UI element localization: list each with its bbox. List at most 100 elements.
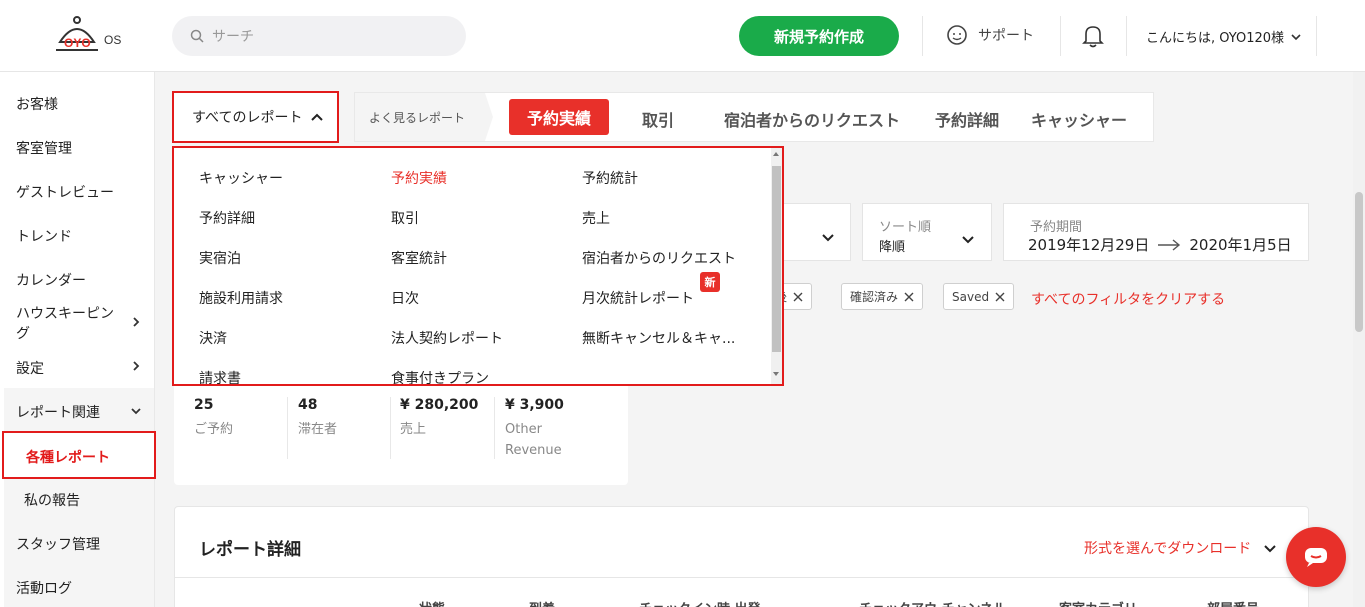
divider <box>287 397 288 459</box>
dropdown-item-transactions[interactable]: 取引 <box>391 208 419 228</box>
tab-guest-requests[interactable]: 宿泊者からのリクエスト <box>724 107 900 131</box>
sidebar-item-activity-log[interactable]: 活動ログ <box>16 578 72 598</box>
scroll-down-arrow[interactable] <box>773 372 779 376</box>
all-reports-toggle[interactable]: すべてのレポート <box>172 91 339 143</box>
dropdown-item-daily[interactable]: 日次 <box>391 288 419 308</box>
dropdown-item-room-stats[interactable]: 客室統計 <box>391 248 447 268</box>
table-header: 状態 到着 チェックイン時 出発 チェックアウ チャンネル 客室カテゴリ 部屋番… <box>175 577 1310 607</box>
chevron-down-icon <box>822 234 834 242</box>
column-header[interactable]: 状態 <box>419 598 445 607</box>
search-input[interactable]: サーチ <box>172 16 466 56</box>
stat-caption: 滞在者 <box>298 422 338 437</box>
dropdown-item-sales[interactable]: 売上 <box>582 208 610 228</box>
tab-transactions[interactable]: 取引 <box>642 107 674 131</box>
dropdown-item-booking-stats[interactable]: 予約統計 <box>582 168 638 188</box>
new-booking-button[interactable]: 新規予約作成 <box>739 16 899 56</box>
support-icon <box>947 25 967 45</box>
sidebar-item-reports[interactable]: レポート関連 <box>16 402 100 422</box>
stat-other-revenue: ¥ 3,900 Other Revenue <box>505 397 595 461</box>
user-menu[interactable]: こんにちは, OYO120様 <box>1146 27 1302 46</box>
column-header[interactable]: 客室カテゴリ <box>1059 598 1137 607</box>
dropdown-item-cashier[interactable]: キャッシャー <box>199 168 283 188</box>
filter-chip[interactable]: 確認済み <box>841 283 924 310</box>
all-reports-dropdown: キャッシャー 予約実績 予約統計 予約詳細 取引 売上 実宿泊 客室統計 宿泊者… <box>172 146 784 386</box>
sidebar-item-label: 各種レポート <box>26 450 110 466</box>
close-icon[interactable] <box>904 292 914 302</box>
dropdown-item-no-show[interactable]: 無断キャンセル＆キャ... <box>582 328 735 348</box>
chevron-right-icon <box>133 317 140 327</box>
sidebar-item-all-reports[interactable]: 各種レポート <box>2 431 156 479</box>
chat-button[interactable] <box>1286 527 1346 587</box>
scrollbar-thumb[interactable] <box>1355 192 1363 332</box>
chip-label: 確認済み <box>850 290 899 304</box>
download-label: 形式を選んでダウンロード <box>1084 541 1252 557</box>
chip-label: Saved <box>952 289 990 304</box>
dropdown-item-payments[interactable]: 決済 <box>199 328 227 348</box>
sidebar-item-customers[interactable]: お客様 <box>16 94 58 114</box>
stat-value: ¥ 280,200 <box>400 397 479 413</box>
dropdown-item-actual-stays[interactable]: 実宿泊 <box>199 248 241 268</box>
divider <box>390 397 391 459</box>
sidebar-item-rooms[interactable]: 客室管理 <box>16 138 72 158</box>
close-icon[interactable] <box>995 292 1005 302</box>
stat-caption: Other Revenue <box>505 422 562 458</box>
download-format-select[interactable]: 形式を選んでダウンロード <box>1084 538 1277 558</box>
tab-booking-details[interactable]: 予約詳細 <box>935 107 999 131</box>
chevron-down-icon <box>962 236 974 244</box>
oyo-logo[interactable]: OYO OS <box>52 14 132 60</box>
column-header[interactable]: 到着 <box>529 598 555 607</box>
stat-caption: 売上 <box>400 422 427 437</box>
chevron-down-icon <box>1264 545 1277 553</box>
sidebar-item-my-reports[interactable]: 私の報告 <box>24 490 80 510</box>
tab-cashier[interactable]: キャッシャー <box>1031 107 1127 131</box>
sidebar-item-trends[interactable]: トレンド <box>16 226 72 246</box>
support-label: サポート <box>978 28 1034 44</box>
dropdown-item-monthly-stats[interactable]: 月次統計レポート <box>582 288 694 308</box>
dropdown-item-invoices[interactable]: 請求書 <box>199 368 241 384</box>
close-icon[interactable] <box>793 292 803 302</box>
dropdown-item-booking-results[interactable]: 予約実績 <box>391 168 447 188</box>
scrollbar-thumb[interactable] <box>772 166 781 352</box>
dropdown-item-corporate-contracts[interactable]: 法人契約レポート <box>391 328 503 348</box>
scroll-up-arrow[interactable] <box>773 152 779 156</box>
summary-card: 25 ご予約 48 滞在者 ¥ 280,200 売上 ¥ 3,900 Other… <box>174 383 628 485</box>
column-header[interactable]: 部屋番号 <box>1207 598 1259 607</box>
svg-text:OS: OS <box>104 33 121 47</box>
divider-arrow <box>485 93 493 141</box>
period-label: 予約期間 <box>1030 220 1083 235</box>
notification-bell-icon[interactable] <box>1082 24 1104 52</box>
frequent-reports-tabs: よく見るレポート 予約実績 取引 宿泊者からのリクエスト 予約詳細 キャッシャー <box>354 92 1154 142</box>
dropdown-scrollbar[interactable] <box>771 148 782 384</box>
column-header[interactable]: チェックイン時 出発 <box>639 598 761 607</box>
sidebar-item-staff[interactable]: スタッフ管理 <box>16 534 100 554</box>
sidebar-item-guest-reviews[interactable]: ゲストレビュー <box>16 182 114 202</box>
all-reports-label: すべてのレポート <box>192 110 303 126</box>
period-to: 2020年1月5日 <box>1189 236 1292 254</box>
support-link[interactable]: サポート <box>946 24 1034 46</box>
sidebar: お客様 客室管理 ゲストレビュー トレンド カレンダー ハウスキーピン グ 設定… <box>0 72 156 607</box>
search-icon <box>190 29 204 43</box>
clear-filters-link[interactable]: すべてのフィルタをクリアする <box>1031 289 1225 309</box>
column-header[interactable]: チェックアウ チャンネル <box>859 598 1006 607</box>
dropdown-item-guest-requests[interactable]: 宿泊者からのリクエスト <box>582 248 736 268</box>
sort-value: 降順 <box>879 240 906 255</box>
sidebar-item-settings[interactable]: 設定 <box>16 358 44 378</box>
booking-period-picker[interactable]: 予約期間 2019年12月29日 2020年1月5日 <box>1003 203 1309 261</box>
tab-booking-results[interactable]: 予約実績 <box>509 99 609 135</box>
frequent-reports-label: よく見るレポート <box>355 93 485 141</box>
chevron-right-icon <box>133 361 140 371</box>
dropdown-item-meal-plans[interactable]: 食事付きプラン <box>391 368 489 384</box>
sidebar-item-calendar[interactable]: カレンダー <box>16 270 86 290</box>
sidebar-item-housekeeping[interactable]: ハウスキーピン <box>16 303 114 323</box>
filter-chip[interactable]: Saved <box>943 283 1015 310</box>
dropdown-item-facility-billing[interactable]: 施設利用請求 <box>199 288 283 308</box>
sort-order-select[interactable]: ソート順 降順 <box>862 203 992 261</box>
report-details-card: レポート詳細 形式を選んでダウンロード 状態 到着 チェックイン時 出発 チェッ… <box>174 506 1310 607</box>
chevron-down-icon <box>131 408 141 415</box>
stat-guests: 48 滞在者 <box>298 397 337 440</box>
stat-bookings: 25 ご予約 <box>194 397 233 440</box>
page-scrollbar[interactable] <box>1353 72 1365 607</box>
svg-text:OYO: OYO <box>64 36 91 50</box>
sidebar-item-housekeeping-cont: グ <box>16 326 30 342</box>
dropdown-item-booking-details[interactable]: 予約詳細 <box>199 208 255 228</box>
